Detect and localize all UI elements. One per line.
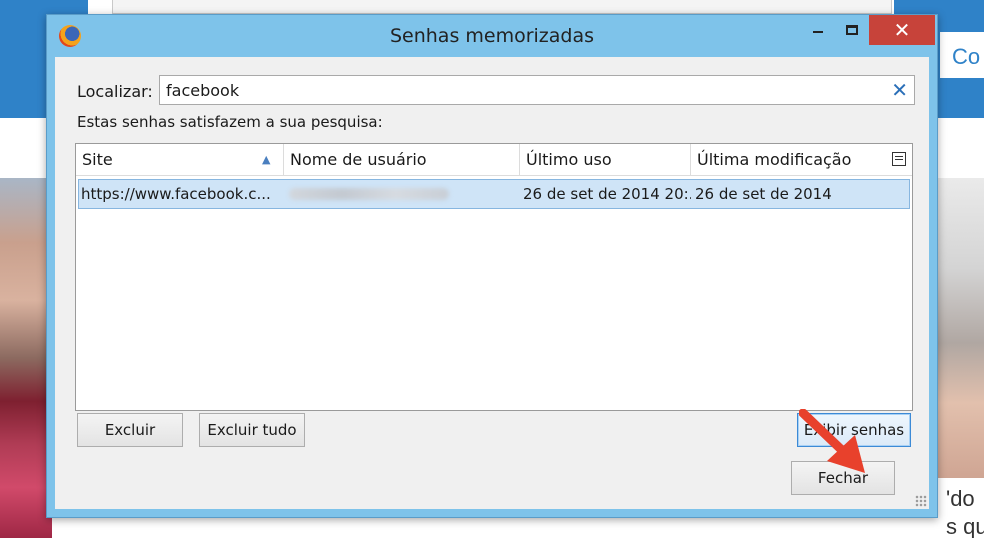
background-caption-line1: 'do (946, 486, 975, 511)
background-photo-left (0, 178, 52, 538)
cell-last-modified: 26 de set de 2014 (695, 185, 832, 203)
maximize-button[interactable] (835, 15, 869, 45)
background-logo-text: Co (952, 44, 981, 69)
cell-site: https://www.facebook.c... (81, 185, 271, 203)
maximize-icon (846, 25, 858, 35)
delete-button[interactable]: Excluir (77, 413, 183, 447)
clear-search-icon[interactable]: ✕ (891, 78, 908, 102)
column-header-label: Site (82, 150, 113, 169)
titlebar[interactable]: Senhas memorizadas ✕ (47, 15, 937, 57)
search-input[interactable] (160, 76, 880, 104)
minimize-button[interactable] (801, 15, 835, 45)
column-picker-icon[interactable] (892, 152, 906, 166)
sort-ascending-icon: ▲ (262, 153, 271, 166)
search-label: Localizar: (77, 82, 153, 101)
delete-all-button[interactable]: Excluir tudo (199, 413, 305, 447)
search-box[interactable]: ✕ (159, 75, 915, 105)
minimize-icon (813, 31, 823, 33)
cell-username (285, 180, 521, 208)
passwords-table[interactable]: Site ▲ Nome de usuário Último uso Última… (75, 143, 913, 411)
resize-grip-icon[interactable] (915, 495, 927, 507)
dialog-content: Localizar: ✕ Estas senhas satisfazem a s… (55, 57, 929, 509)
close-window-button[interactable]: ✕ (869, 15, 935, 45)
saved-passwords-dialog: Senhas memorizadas ✕ Localizar: ✕ Estas … (46, 14, 938, 518)
search-results-info: Estas senhas satisfazem a sua pesquisa: (77, 113, 383, 131)
annotation-arrow-icon (799, 409, 865, 473)
close-icon: ✕ (893, 18, 911, 42)
column-header-last-modified[interactable]: Última modificação (691, 144, 887, 176)
column-header-site[interactable]: Site ▲ (76, 144, 284, 176)
column-header-username[interactable]: Nome de usuário (284, 144, 520, 176)
background-photo-right (936, 178, 984, 478)
background-caption-line2: s que de (946, 514, 984, 538)
blurred-username (289, 188, 449, 200)
table-header: Site ▲ Nome de usuário Último uso Última… (76, 144, 912, 176)
cell-last-used: 26 de set de 2014 20:... (523, 185, 691, 203)
table-row[interactable]: https://www.facebook.c... 26 de set de 2… (78, 179, 910, 209)
background-address-bar (112, 0, 892, 14)
column-header-last-used[interactable]: Último uso (520, 144, 691, 176)
